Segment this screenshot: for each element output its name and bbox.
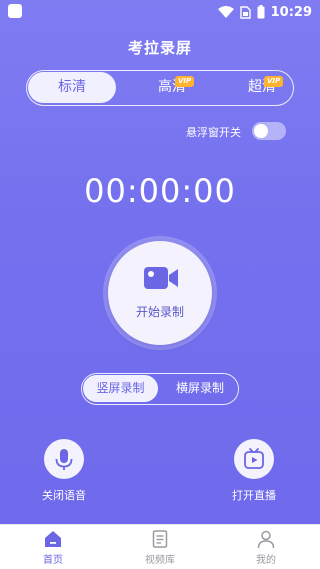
portrait-record-option[interactable]: 竖屏录制 [83, 375, 158, 402]
bottom-nav: 首页 视频库 我的 [0, 524, 320, 569]
live-stream-button[interactable]: 打开直播 [214, 439, 294, 503]
nav-item-me[interactable]: 我的 [236, 529, 296, 566]
float-window-label: 悬浮窗开关 [186, 126, 241, 139]
quality-option-standard[interactable]: 标清 [28, 72, 116, 103]
sim-icon [239, 5, 251, 19]
landscape-record-option[interactable]: 横屏录制 [164, 374, 236, 403]
nav-label-me: 我的 [256, 555, 276, 566]
recording-timer: 00:00:00 [84, 172, 236, 210]
vip-badge: VIP [175, 76, 195, 87]
app-title: 考拉录屏 [127, 39, 192, 57]
nav-label-video-library: 视频库 [145, 555, 175, 566]
status-icons: 10:29 [217, 3, 312, 21]
main-screen: 10:29 考拉录屏 标清 高清 VIP 超清 VIP 悬浮窗开关 00:00:… [0, 0, 320, 524]
person-icon [257, 530, 275, 549]
start-record-label: 开始录制 [135, 305, 184, 319]
mute-voice-circle [44, 439, 84, 479]
home-icon [45, 531, 61, 547]
vip-badge: VIP [264, 76, 284, 87]
live-stream-label: 打开直播 [232, 489, 276, 502]
notification-icon [8, 4, 22, 18]
live-stream-circle [234, 439, 274, 479]
tv-icon [244, 448, 264, 469]
battery-icon [257, 5, 265, 19]
orientation-selector: 竖屏录制 横屏录制 [81, 373, 239, 405]
nav-item-home[interactable]: 首页 [23, 529, 83, 566]
nav-item-video-library[interactable]: 视频库 [130, 529, 190, 566]
status-time: 10:29 [270, 4, 312, 20]
status-bar: 10:29 [0, 0, 320, 24]
quality-selector: 标清 高清 VIP 超清 VIP [26, 70, 294, 106]
wifi-icon [217, 6, 234, 18]
mute-voice-label: 关闭语音 [42, 489, 86, 502]
nav-label-home: 首页 [43, 555, 63, 566]
video-camera-icon [144, 267, 178, 289]
mute-voice-button[interactable]: 关闭语音 [24, 439, 104, 503]
document-icon [152, 530, 168, 548]
toggle-knob [254, 124, 268, 138]
float-window-toggle[interactable] [252, 122, 286, 140]
quality-option-ultra-hd[interactable]: 超清 [232, 71, 292, 104]
start-record-button[interactable]: 开始录制 [108, 241, 212, 345]
microphone-icon [55, 449, 73, 470]
